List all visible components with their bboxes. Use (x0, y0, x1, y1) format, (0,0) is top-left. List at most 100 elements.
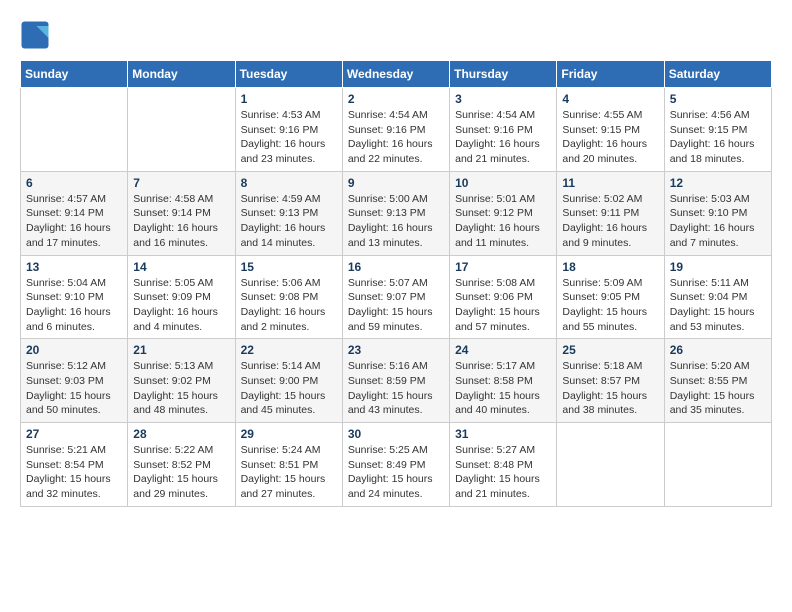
day-number: 6 (26, 176, 122, 190)
day-number: 27 (26, 427, 122, 441)
day-cell: 19Sunrise: 5:11 AM Sunset: 9:04 PM Dayli… (664, 255, 771, 339)
day-cell: 13 Sunrise: 5:04 AM Sunset: 9:10 PM Dayli… (21, 255, 128, 339)
day-cell: 20Sunrise: 5:12 AM Sunset: 9:03 PM Dayli… (21, 339, 128, 423)
day-info: Sunrise: 5:01 AM Sunset: 9:12 PM Dayligh… (455, 192, 551, 251)
day-number: 11 (562, 176, 658, 190)
day-info: Sunrise: 4:55 AM Sunset: 9:15 PM Dayligh… (562, 108, 658, 167)
day-cell: 4 Sunrise: 4:55 AM Sunset: 9:15 PM Daylig… (557, 88, 664, 172)
day-cell: 25 Sunrise: 5:18 AM Sunset: 8:57 PM Dayli… (557, 339, 664, 423)
day-number: 28 (133, 427, 229, 441)
day-cell: 14 Sunrise: 5:05 AM Sunset: 9:09 PM Dayli… (128, 255, 235, 339)
day-number: 4 (562, 92, 658, 106)
day-number: 15 (241, 260, 337, 274)
day-info: Sunrise: 5:13 AM Sunset: 9:02 PM Dayligh… (133, 359, 229, 418)
day-cell: 3 Sunrise: 4:54 AM Sunset: 9:16 PM Daylig… (450, 88, 557, 172)
day-number: 12 (670, 176, 766, 190)
day-number: 24 (455, 343, 551, 357)
day-number: 13 (26, 260, 122, 274)
day-cell: 23 Sunrise: 5:16 AM Sunset: 8:59 PM Dayli… (342, 339, 449, 423)
week-row-2: 6 Sunrise: 4:57 AM Sunset: 9:14 PM Daylig… (21, 171, 772, 255)
header-day-saturday: Saturday (664, 61, 771, 88)
day-info: Sunrise: 5:21 AM Sunset: 8:54 PM Dayligh… (26, 443, 122, 502)
day-info: Sunrise: 4:54 AM Sunset: 9:16 PM Dayligh… (348, 108, 444, 167)
day-info: Sunrise: 5:25 AM Sunset: 8:49 PM Dayligh… (348, 443, 444, 502)
day-info: Sunrise: 5:06 AM Sunset: 9:08 PM Dayligh… (241, 276, 337, 335)
day-info: Sunrise: 4:54 AM Sunset: 9:16 PM Dayligh… (455, 108, 551, 167)
day-info: Sunrise: 5:09 AM Sunset: 9:05 PM Dayligh… (562, 276, 658, 335)
day-cell: 16Sunrise: 5:07 AM Sunset: 9:07 PM Dayli… (342, 255, 449, 339)
week-row-1: 1 Sunrise: 4:53 AM Sunset: 9:16 PM Daylig… (21, 88, 772, 172)
day-cell: 6 Sunrise: 4:57 AM Sunset: 9:14 PM Daylig… (21, 171, 128, 255)
day-number: 30 (348, 427, 444, 441)
day-cell: 24 Sunrise: 5:17 AM Sunset: 8:58 PM Dayli… (450, 339, 557, 423)
week-row-3: 13 Sunrise: 5:04 AM Sunset: 9:10 PM Dayli… (21, 255, 772, 339)
day-info: Sunrise: 5:16 AM Sunset: 8:59 PM Dayligh… (348, 359, 444, 418)
day-info: Sunrise: 5:22 AM Sunset: 8:52 PM Dayligh… (133, 443, 229, 502)
day-info: Sunrise: 5:03 AM Sunset: 9:10 PM Dayligh… (670, 192, 766, 251)
day-cell: 15 Sunrise: 5:06 AM Sunset: 9:08 PM Dayli… (235, 255, 342, 339)
day-number: 14 (133, 260, 229, 274)
day-cell: 7 Sunrise: 4:58 AM Sunset: 9:14 PM Daylig… (128, 171, 235, 255)
day-info: Sunrise: 5:07 AM Sunset: 9:07 PM Dayligh… (348, 276, 444, 335)
day-info: Sunrise: 5:00 AM Sunset: 9:13 PM Dayligh… (348, 192, 444, 251)
day-number: 3 (455, 92, 551, 106)
day-number: 26 (670, 343, 766, 357)
day-cell (664, 423, 771, 507)
header-day-thursday: Thursday (450, 61, 557, 88)
day-info: Sunrise: 5:08 AM Sunset: 9:06 PM Dayligh… (455, 276, 551, 335)
day-info: Sunrise: 5:20 AM Sunset: 8:55 PM Dayligh… (670, 359, 766, 418)
day-number: 17 (455, 260, 551, 274)
day-number: 22 (241, 343, 337, 357)
day-info: Sunrise: 5:17 AM Sunset: 8:58 PM Dayligh… (455, 359, 551, 418)
day-cell: 5 Sunrise: 4:56 AM Sunset: 9:15 PM Daylig… (664, 88, 771, 172)
day-info: Sunrise: 4:53 AM Sunset: 9:16 PM Dayligh… (241, 108, 337, 167)
day-cell: 8 Sunrise: 4:59 AM Sunset: 9:13 PM Daylig… (235, 171, 342, 255)
day-info: Sunrise: 4:57 AM Sunset: 9:14 PM Dayligh… (26, 192, 122, 251)
day-number: 8 (241, 176, 337, 190)
day-cell: 12 Sunrise: 5:03 AM Sunset: 9:10 PM Dayli… (664, 171, 771, 255)
day-number: 10 (455, 176, 551, 190)
day-cell: 2 Sunrise: 4:54 AM Sunset: 9:16 PM Daylig… (342, 88, 449, 172)
day-info: Sunrise: 4:56 AM Sunset: 9:15 PM Dayligh… (670, 108, 766, 167)
day-info: Sunrise: 5:24 AM Sunset: 8:51 PM Dayligh… (241, 443, 337, 502)
day-number: 5 (670, 92, 766, 106)
day-cell (128, 88, 235, 172)
week-row-5: 27 Sunrise: 5:21 AM Sunset: 8:54 PM Dayli… (21, 423, 772, 507)
day-number: 21 (133, 343, 229, 357)
calendar: SundayMondayTuesdayWednesdayThursdayFrid… (20, 60, 772, 507)
header-day-wednesday: Wednesday (342, 61, 449, 88)
calendar-header-row: SundayMondayTuesdayWednesdayThursdayFrid… (21, 61, 772, 88)
day-cell (557, 423, 664, 507)
day-info: Sunrise: 5:05 AM Sunset: 9:09 PM Dayligh… (133, 276, 229, 335)
header-day-friday: Friday (557, 61, 664, 88)
day-number: 19 (670, 260, 766, 274)
day-info: Sunrise: 5:14 AM Sunset: 9:00 PM Dayligh… (241, 359, 337, 418)
day-cell: 17 Sunrise: 5:08 AM Sunset: 9:06 PM Dayli… (450, 255, 557, 339)
day-info: Sunrise: 5:18 AM Sunset: 8:57 PM Dayligh… (562, 359, 658, 418)
day-info: Sunrise: 5:27 AM Sunset: 8:48 PM Dayligh… (455, 443, 551, 502)
day-cell: 9 Sunrise: 5:00 AM Sunset: 9:13 PM Daylig… (342, 171, 449, 255)
logo-icon (20, 20, 50, 50)
day-info: Sunrise: 4:58 AM Sunset: 9:14 PM Dayligh… (133, 192, 229, 251)
day-info: Sunrise: 4:59 AM Sunset: 9:13 PM Dayligh… (241, 192, 337, 251)
day-number: 2 (348, 92, 444, 106)
day-number: 7 (133, 176, 229, 190)
day-number: 18 (562, 260, 658, 274)
day-cell: 29Sunrise: 5:24 AM Sunset: 8:51 PM Dayli… (235, 423, 342, 507)
day-info: Sunrise: 5:04 AM Sunset: 9:10 PM Dayligh… (26, 276, 122, 335)
day-number: 9 (348, 176, 444, 190)
week-row-4: 20Sunrise: 5:12 AM Sunset: 9:03 PM Dayli… (21, 339, 772, 423)
day-number: 25 (562, 343, 658, 357)
day-cell: 28 Sunrise: 5:22 AM Sunset: 8:52 PM Dayli… (128, 423, 235, 507)
header-day-tuesday: Tuesday (235, 61, 342, 88)
day-cell: 1 Sunrise: 4:53 AM Sunset: 9:16 PM Daylig… (235, 88, 342, 172)
logo (20, 20, 54, 50)
day-number: 23 (348, 343, 444, 357)
day-number: 1 (241, 92, 337, 106)
day-cell: 30 Sunrise: 5:25 AM Sunset: 8:49 PM Dayli… (342, 423, 449, 507)
header-day-monday: Monday (128, 61, 235, 88)
day-info: Sunrise: 5:02 AM Sunset: 9:11 PM Dayligh… (562, 192, 658, 251)
day-number: 20 (26, 343, 122, 357)
day-cell: 26 Sunrise: 5:20 AM Sunset: 8:55 PM Dayli… (664, 339, 771, 423)
day-cell: 22 Sunrise: 5:14 AM Sunset: 9:00 PM Dayli… (235, 339, 342, 423)
